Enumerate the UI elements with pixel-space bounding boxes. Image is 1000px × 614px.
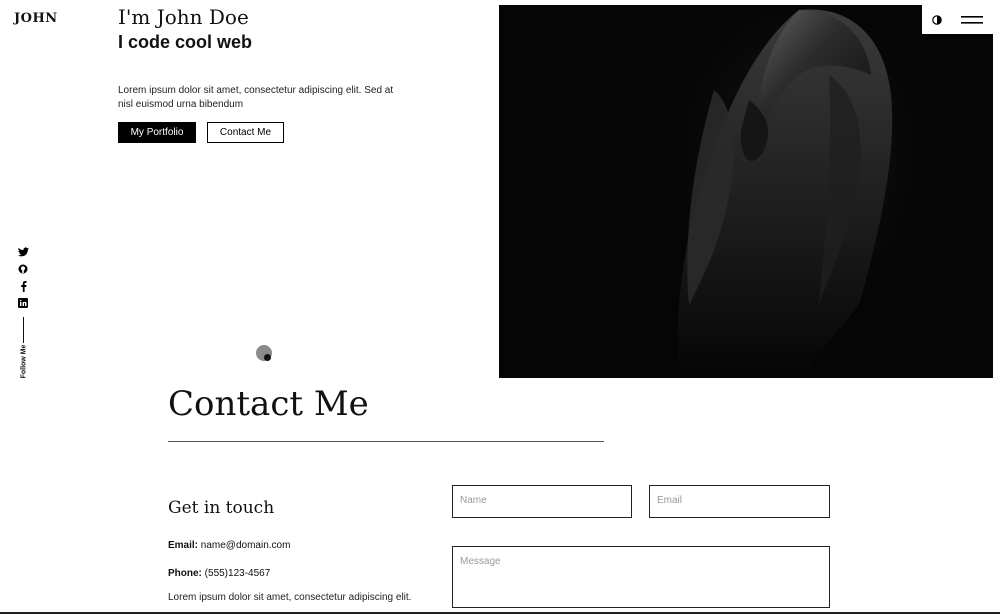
contact-title-divider <box>168 441 604 442</box>
portfolio-button[interactable]: My Portfolio <box>118 122 196 143</box>
twitter-icon[interactable] <box>17 246 29 258</box>
phone-label: Phone: <box>168 568 202 579</box>
email-input[interactable]: Email <box>649 485 830 518</box>
message-textarea[interactable]: Message <box>452 546 830 608</box>
social-rail-divider <box>22 317 24 343</box>
follow-me-label: Follow Me <box>20 344 28 379</box>
contact-email-line: Email: name@domain.com <box>168 540 290 551</box>
contact-section-title: Contact Me <box>168 384 369 424</box>
name-input[interactable]: Name <box>452 485 632 518</box>
hero-intro: I'm John Doe <box>118 5 249 29</box>
get-in-touch-heading: Get in touch <box>168 498 275 518</box>
hero-tagline: I code cool web <box>118 32 253 52</box>
email-label: Email: <box>168 540 199 551</box>
phone-value[interactable]: (555)123-4567 <box>205 568 271 579</box>
half-circle-contrast-icon <box>931 14 942 25</box>
contact-phone-line: Phone: (555)123-4567 <box>168 568 270 579</box>
custom-cursor-dot <box>256 345 272 361</box>
github-icon[interactable] <box>17 263 29 275</box>
facebook-icon[interactable] <box>17 280 29 292</box>
theme-toggle-button[interactable] <box>922 5 951 34</box>
hero-image <box>499 5 993 378</box>
linkedin-icon[interactable] <box>17 297 29 309</box>
hooded-figure-illustration <box>677 9 893 378</box>
contact-me-button[interactable]: Contact Me <box>207 122 284 143</box>
hero-description: Lorem ipsum dolor sit amet, consectetur … <box>118 85 394 110</box>
menu-button[interactable] <box>951 5 993 34</box>
brand-logo[interactable]: JOHN <box>14 11 58 26</box>
social-rail <box>14 246 32 343</box>
hamburger-menu-icon <box>961 15 983 24</box>
email-value[interactable]: name@domain.com <box>201 540 291 551</box>
contact-description: Lorem ipsum dolor sit amet, consectetur … <box>168 592 412 603</box>
top-controls <box>922 5 993 34</box>
